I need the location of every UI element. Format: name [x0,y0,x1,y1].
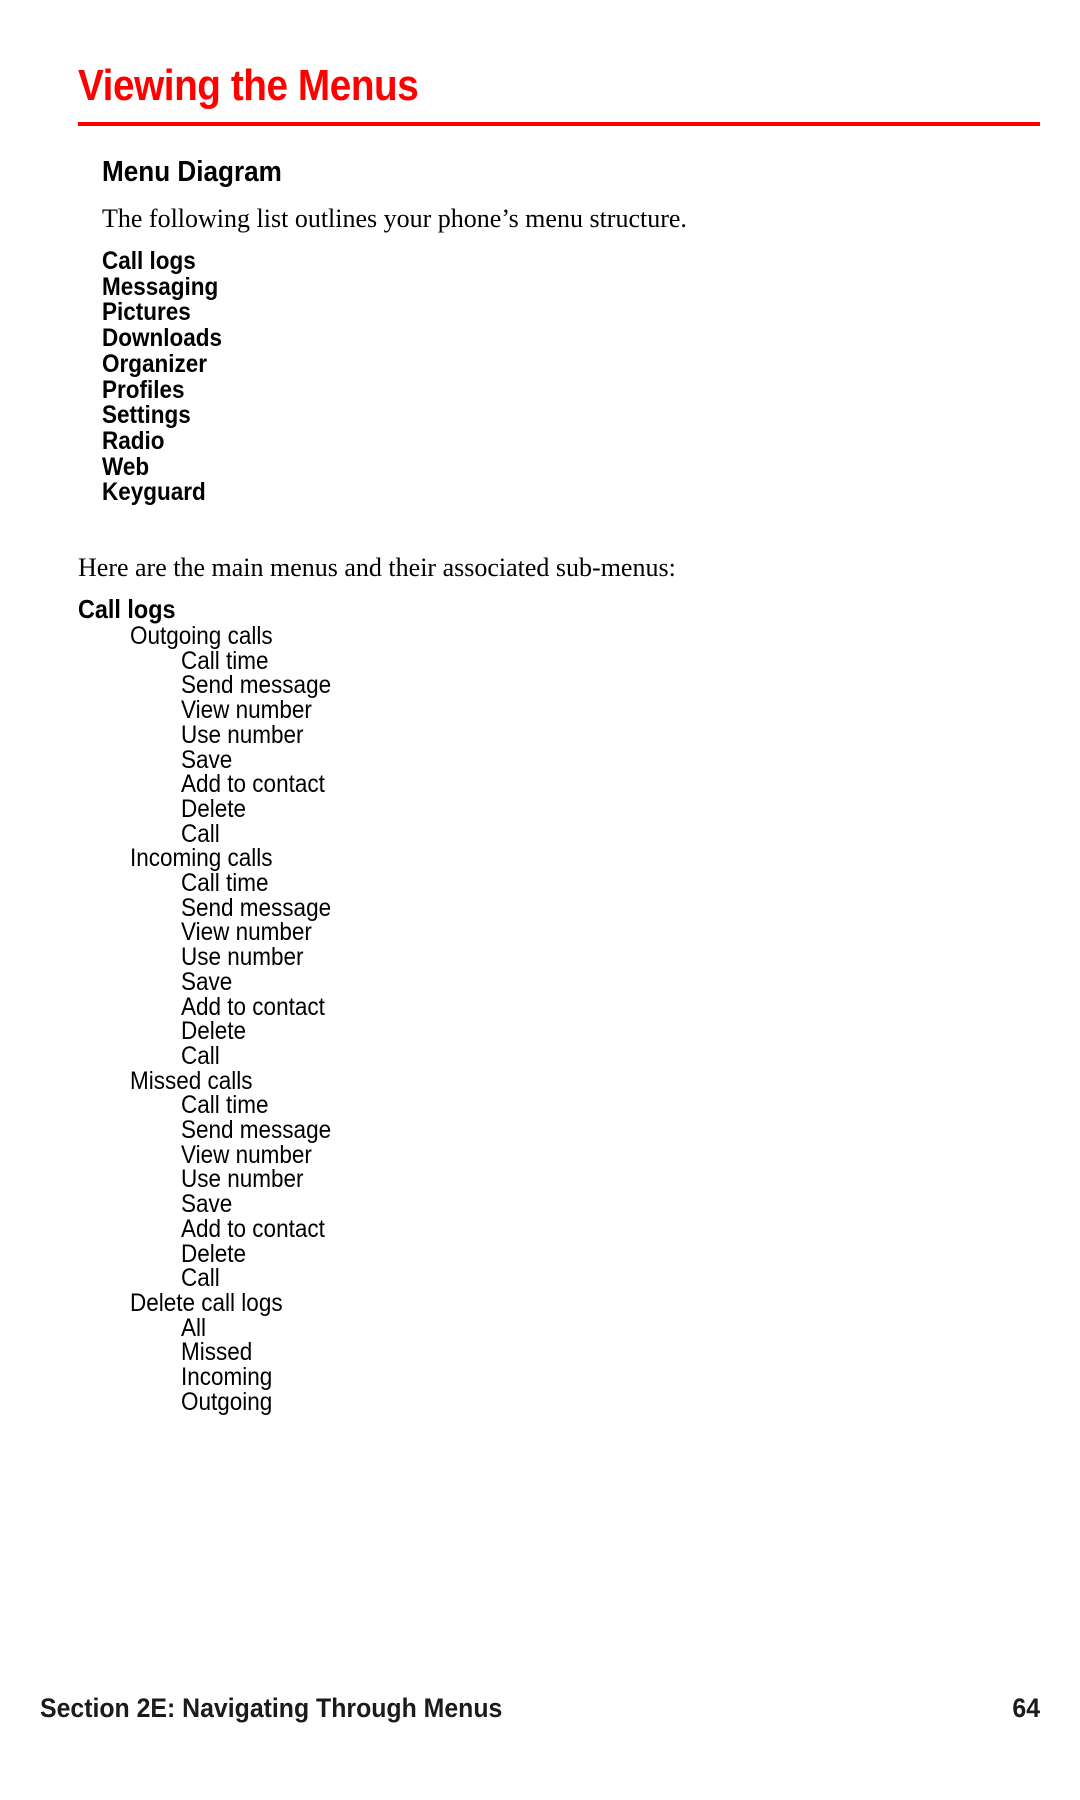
tree-menu-item: Outgoing [0,1387,1080,1416]
tree-menu-item: Add to contact [0,992,1080,1021]
tree-item-label: Call [181,1041,220,1070]
tree-item-label: Add to contact [181,992,325,1021]
main-menu-item: Call logs [102,247,196,275]
tree-menu-item: View number [0,1140,1080,1169]
tree-menu-item: Outgoing calls [0,624,1080,649]
main-menu-item: Downloads [102,324,223,353]
tree-item-label: Send message [181,893,332,922]
tree-item-label: Call [181,1264,220,1293]
tree-menu-item: Call [0,1044,1080,1069]
tree-item-label: Call time [181,646,269,675]
main-menu-item: Radio [102,426,165,455]
tree-menu-item: Send message [0,893,1080,922]
tree-menu-item: Use number [0,1167,1080,1192]
mid-paragraph: Here are the main menus and their associ… [78,553,676,582]
main-menu-item: Organizer [102,349,208,378]
footer-page-number: 64 [1012,1693,1040,1723]
tree-item-label: Incoming calls [130,844,273,873]
tree-item-label: Save [181,745,233,774]
tree-item-label: Delete [181,1017,247,1046]
tree-menu-item: Send message [0,673,1080,698]
main-menu-item: Settings [102,401,191,430]
tree-item-label: All [181,1313,207,1342]
title-block: Viewing the Menus [78,60,1040,126]
tree-menu-item: Delete call logs [0,1291,1080,1316]
tree-item-label: Call logs [78,594,176,624]
intro-paragraph: The following list outlines your phone’s… [102,204,687,233]
tree-item-label: Outgoing calls [130,622,273,650]
tree-menu-item: Missed calls [0,1066,1080,1095]
tree-menu-item: Incoming calls [0,846,1080,871]
tree-item-label: Delete call logs [130,1288,283,1317]
tree-item-label: Incoming [181,1363,273,1392]
tree-menu-item: Use number [0,945,1080,970]
tree-menu-item: Call [0,819,1080,848]
tree-item-label: Save [181,1190,233,1219]
tree-item-label: Send message [181,1116,332,1145]
tree-item-label: Delete [181,794,247,823]
tree-menu-item: Call [0,1266,1080,1291]
document-page: Viewing the Menus Menu Diagram The follo… [0,0,1080,1800]
tree-menu-item: Call time [0,1093,1080,1118]
tree-item-label: Call time [181,869,269,898]
tree-menu-item: Delete [0,797,1080,822]
tree-item-label: View number [181,696,312,725]
tree-menu-item: View number [0,920,1080,945]
tree-menu-item: Missed [0,1340,1080,1365]
tree-item-label: Add to contact [181,1214,325,1243]
main-menu-item: Web [102,452,150,481]
tree-menu-item: Save [0,745,1080,774]
tree-item-label: Add to contact [181,770,325,799]
tree-menu-item: Delete [0,1239,1080,1268]
tree-item-label: Outgoing [181,1387,273,1416]
tree-menu-item: Call time [0,646,1080,675]
main-menu-item: Profiles [102,375,185,404]
tree-menu-item: Save [0,967,1080,996]
tree-menu-item: Delete [0,1019,1080,1044]
footer-section-label: Section 2E: Navigating Through Menus [40,1693,503,1723]
tree-item-label: Missed [181,1338,253,1367]
tree-menu-item: Save [0,1192,1080,1217]
main-menu-item: Pictures [102,298,191,327]
tree-menu-item: Use number [0,720,1080,749]
tree-menu-item: Send message [0,1118,1080,1143]
tree-menu-item: Add to contact [0,1217,1080,1242]
title-divider-rule [78,122,1040,126]
tree-item-label: Save [181,967,233,996]
tree-menu-item: Call time [0,871,1080,896]
tree-item-label: Send message [181,671,332,700]
main-menu-item: Keyguard [102,478,206,507]
tree-item-label: Delete [181,1239,247,1268]
tree-menu-heading: Call logs [0,594,1080,624]
tree-item-label: View number [181,1140,312,1169]
page-title: Viewing the Menus [78,61,419,110]
page-footer: Section 2E: Navigating Through Menus 64 [40,1692,1040,1724]
tree-item-label: Use number [181,720,304,749]
tree-item-label: Use number [181,943,304,972]
tree-menu-item: All [0,1313,1080,1342]
tree-menu-item: Incoming [0,1365,1080,1390]
tree-menu-item: View number [0,698,1080,723]
main-menu-list: Call logs Messaging Pictures Downloads Organ… [102,247,235,507]
section-heading: Menu Diagram [102,156,282,188]
tree-item-label: Missed calls [130,1066,253,1095]
tree-item-label: Use number [181,1165,304,1194]
tree-item-label: Call time [181,1091,269,1120]
main-menu-item: Messaging [102,272,219,301]
tree-menu-item: Add to contact [0,772,1080,797]
menu-tree: Call logs Outgoing calls Call time Send mes… [0,594,1080,1415]
tree-item-label: Call [181,819,220,848]
tree-item-label: View number [181,918,312,947]
